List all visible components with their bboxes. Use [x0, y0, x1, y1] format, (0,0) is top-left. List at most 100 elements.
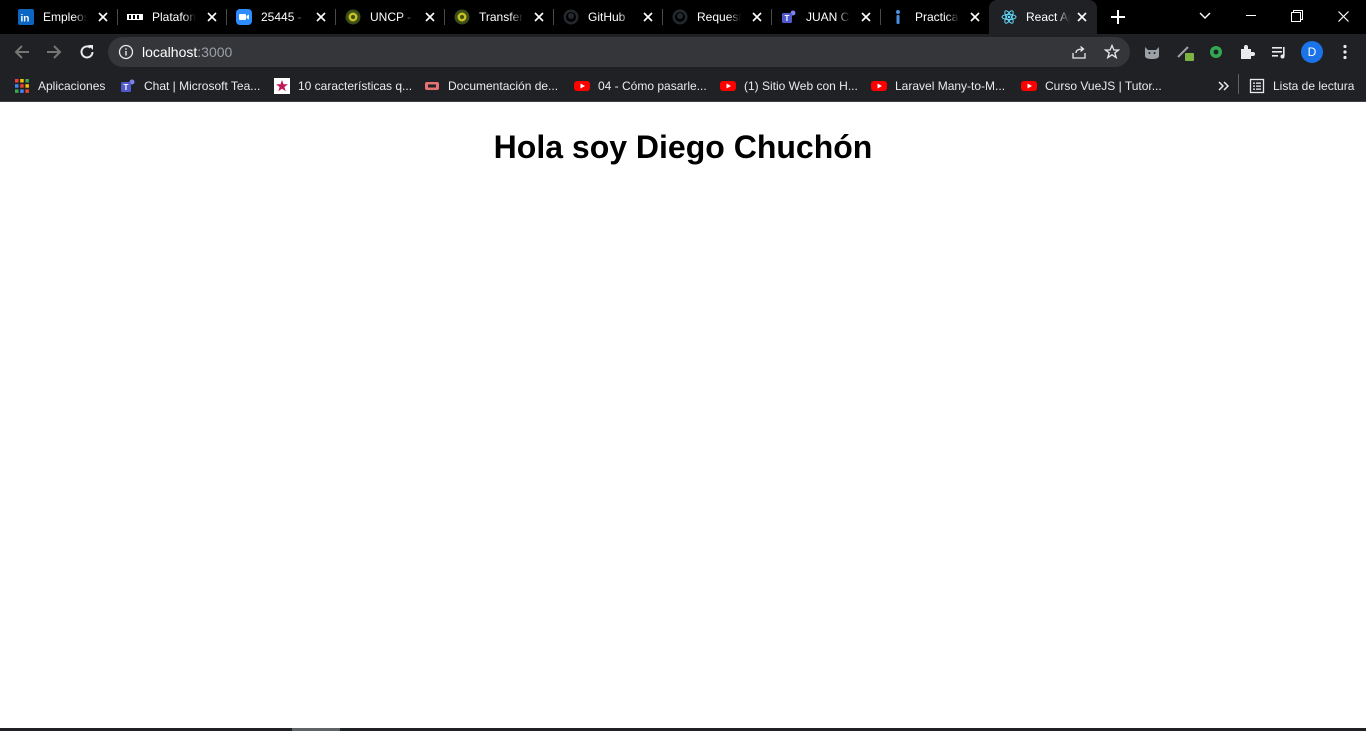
- close-icon[interactable]: [750, 10, 764, 24]
- bookmark-label: Curso VueJS | Tutor...: [1045, 79, 1162, 93]
- svg-text:T: T: [124, 83, 129, 92]
- tab-search-button[interactable]: [1182, 0, 1228, 32]
- close-icon[interactable]: [532, 10, 546, 24]
- youtube-icon: [1021, 78, 1037, 94]
- back-button[interactable]: [8, 38, 36, 66]
- bookmark-label: Aplicaciones: [38, 79, 106, 93]
- bookmark-label: (1) Sitio Web con H...: [744, 79, 858, 93]
- forward-button[interactable]: [40, 38, 68, 66]
- youtube-icon: [871, 78, 887, 94]
- menu-kebab-icon[interactable]: [1336, 43, 1354, 61]
- bookmark-label: Laravel Many-to-M...: [895, 79, 1006, 93]
- bookmark-youtube-sitio-web[interactable]: (1) Sitio Web con H...: [720, 76, 858, 96]
- tab-title: Requests: [697, 10, 741, 24]
- extensions-puzzle-icon[interactable]: [1238, 43, 1256, 61]
- github-icon: [563, 9, 579, 25]
- url-port: :3000: [197, 44, 233, 60]
- youtube-icon: [574, 78, 590, 94]
- page-content: Hola soy Diego Chuchón: [0, 103, 1366, 728]
- bookmark-documentacion[interactable]: Documentación de...: [424, 76, 558, 96]
- practica-icon: [890, 9, 906, 25]
- bookmarks-bar: Aplicaciones T Chat | Microsoft Tea... 1…: [0, 70, 1366, 102]
- new-tab-button[interactable]: [1106, 6, 1130, 28]
- svg-text:T: T: [785, 14, 790, 23]
- tab-practica[interactable]: Practica: [872, 0, 990, 34]
- media-queue-icon[interactable]: [1270, 43, 1288, 61]
- close-icon[interactable]: [968, 10, 982, 24]
- tab-uncp[interactable]: UNCP - UNCP: [327, 0, 445, 34]
- restore-button[interactable]: [1274, 0, 1320, 32]
- profile-avatar[interactable]: D: [1301, 41, 1323, 63]
- uncp-icon: [345, 9, 361, 25]
- star-bookmark-icon: [274, 78, 290, 94]
- tab-title: UNCP - UNCP: [370, 10, 414, 24]
- bookmark-caracteristicas[interactable]: 10 características q...: [274, 76, 412, 96]
- tab-transferencia[interactable]: Transferencia: [436, 0, 554, 34]
- reload-button[interactable]: [73, 38, 101, 66]
- tab-plataforma[interactable]: Plataforma: [109, 0, 227, 34]
- browser-toolbar: localhost:3000 D: [0, 34, 1366, 70]
- url-text: localhost:3000: [142, 44, 232, 60]
- bookmark-label: Chat | Microsoft Tea...: [144, 79, 261, 93]
- tab-title: JUAN CARLOS: [806, 10, 850, 24]
- bookmark-star-icon[interactable]: [1103, 43, 1121, 60]
- reading-list-label: Lista de lectura: [1273, 79, 1355, 93]
- bookmark-youtube-laravel[interactable]: Laravel Many-to-M...: [871, 76, 1005, 96]
- tab-empleos[interactable]: in Empleos: [0, 0, 118, 34]
- cat-extension-icon[interactable]: [1143, 43, 1161, 61]
- tab-title: GitHub: [588, 10, 626, 24]
- share-icon[interactable]: [1071, 44, 1087, 60]
- tab-strip: in Empleos Plataforma 25445 - Zoom UNCP …: [0, 0, 1366, 34]
- more-bookmarks-button[interactable]: [1216, 76, 1240, 96]
- bookmark-label: 04 - Cómo pasarle...: [598, 79, 707, 93]
- info-icon[interactable]: [118, 44, 134, 60]
- tab-github[interactable]: GitHub: [545, 0, 663, 34]
- tab-title: Plataforma: [152, 10, 196, 24]
- tab-title: Practica: [915, 10, 959, 24]
- linkedin-icon: in: [18, 9, 34, 25]
- doc-bookmark-icon: [424, 78, 440, 94]
- close-icon[interactable]: [423, 10, 437, 24]
- platform-icon: [127, 9, 143, 25]
- minimize-button[interactable]: [1228, 0, 1274, 32]
- tab-requests[interactable]: Requests: [654, 0, 772, 34]
- bookmark-youtube-pasarle[interactable]: 04 - Cómo pasarle...: [574, 76, 707, 96]
- close-icon[interactable]: [1075, 10, 1089, 24]
- green-extension-icon[interactable]: [1207, 43, 1225, 61]
- youtube-icon: [720, 78, 736, 94]
- page-heading: Hola soy Diego Chuchón: [493, 129, 873, 165]
- tab-juan-carlos[interactable]: T JUAN CARLOS: [763, 0, 881, 34]
- close-icon[interactable]: [641, 10, 655, 24]
- close-icon[interactable]: [859, 10, 873, 24]
- close-icon[interactable]: [314, 10, 328, 24]
- chevron-double-right-icon: [1216, 78, 1232, 94]
- teams-icon: T: [781, 9, 797, 25]
- apps-grid-icon: [14, 78, 30, 94]
- tab-react-app[interactable]: React App: [989, 0, 1097, 34]
- reading-list-button[interactable]: Lista de lectura: [1249, 76, 1354, 96]
- react-icon: [1001, 9, 1017, 25]
- close-window-button[interactable]: [1320, 0, 1366, 32]
- reading-list-icon: [1249, 78, 1265, 94]
- tab-title: React App: [1026, 10, 1070, 24]
- close-icon[interactable]: [96, 10, 110, 24]
- teams-icon: T: [120, 78, 136, 94]
- zoom-icon: [236, 9, 252, 25]
- tab-title: Transferencia: [479, 10, 523, 24]
- address-bar[interactable]: localhost:3000: [108, 37, 1130, 67]
- url-host: localhost: [142, 44, 198, 60]
- bookmark-aplicaciones[interactable]: Aplicaciones: [14, 76, 105, 96]
- svg-text:in: in: [21, 14, 30, 25]
- uncp-icon: [454, 9, 470, 25]
- tab-title: 25445 - Zoom: [261, 10, 305, 24]
- bookmark-label: 10 características q...: [298, 79, 413, 93]
- bookmark-label: Documentación de...: [448, 79, 559, 93]
- tab-title: Empleos: [43, 10, 87, 24]
- pen-extension-icon[interactable]: [1176, 43, 1194, 61]
- bookmarks-divider: [1238, 74, 1239, 94]
- tab-zoom[interactable]: 25445 - Zoom: [218, 0, 336, 34]
- github-icon: [672, 9, 688, 25]
- bookmark-teams-chat[interactable]: T Chat | Microsoft Tea...: [120, 76, 260, 96]
- bookmark-youtube-vuejs[interactable]: Curso VueJS | Tutor...: [1021, 76, 1162, 96]
- close-icon[interactable]: [205, 10, 219, 24]
